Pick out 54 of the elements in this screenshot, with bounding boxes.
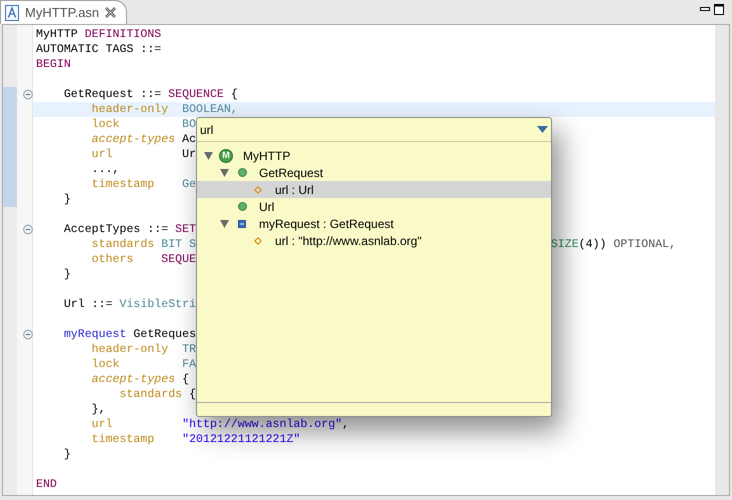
expand-triangle-icon[interactable] [220,168,228,176]
diamond-icon [254,186,262,194]
code-text: GetRequest ::= SEQUENCE { [62,86,238,103]
code-text: SIZE(4)) OPTIONAL, [550,236,676,253]
code-text: lock BO [90,116,196,133]
close-icon[interactable] [105,7,116,18]
code-text: header-only TR [90,342,196,358]
collapse-icon[interactable] [23,329,33,340]
code-text: BEGIN [36,56,71,73]
collapse-icon[interactable] [23,224,33,235]
code-text: lock FA [90,356,196,373]
expand-triangle-icon[interactable] [220,220,228,228]
tree-item[interactable]: GetRequest [197,164,551,181]
filter-field[interactable]: url [197,118,551,142]
maximize-icon[interactable] [714,4,724,15]
code-text: url Ur [90,146,196,163]
code-text: Url ::= VisibleStri [62,296,196,313]
code-text: AUTOMATIC TAGS ::= [36,42,162,58]
module-icon: M [219,148,233,162]
minimize-icon[interactable] [700,7,710,12]
code-text: myRequest GetReques [62,326,196,343]
code-text: standards BIT S [90,236,196,253]
editor-tab[interactable]: MyHTTP.asn [0,0,128,24]
tree-item[interactable]: Url [197,198,551,215]
tab-title: MyHTTP.asn [25,4,100,22]
code-text: standards { [118,386,196,403]
code-text: END [36,476,57,493]
code-text: url "http://www.asnlab.org", [90,416,350,433]
tree-item[interactable]: url : Url [197,181,551,198]
code-text: others SEQUE [90,252,196,268]
code-text: timestamp Ge [90,176,196,193]
expand-triangle-icon[interactable] [204,152,212,160]
collapse-icon[interactable] [23,89,33,100]
code-text: ..., [90,162,120,178]
file-icon [5,4,19,20]
dot-icon [238,202,246,211]
square-icon [238,220,246,228]
code-text: header-only BOOLEAN, [90,102,238,118]
code-text: AcceptTypes ::= SET [62,222,196,238]
tree-item[interactable]: url : "http://www.asnlab.org" [197,232,551,249]
code-text: timestamp "20121221121221Z" [90,432,300,448]
dot-icon [238,168,246,177]
tree-item[interactable]: M MyHTTP [197,147,551,164]
code-text: } [62,446,71,463]
code-text: accept-types { [90,372,190,388]
code-text: } [62,266,71,283]
diamond-icon [254,236,262,244]
code-text: } [62,192,71,208]
code-text: accept-types Ac [90,132,196,148]
code-text: }, [90,402,106,418]
tree-item[interactable]: myRequest : GetRequest [197,215,551,232]
code-text: MyHTTP DEFINITIONS [36,26,162,43]
code-editor[interactable] [17,25,715,495]
dropdown-triangle-icon[interactable] [537,126,548,133]
